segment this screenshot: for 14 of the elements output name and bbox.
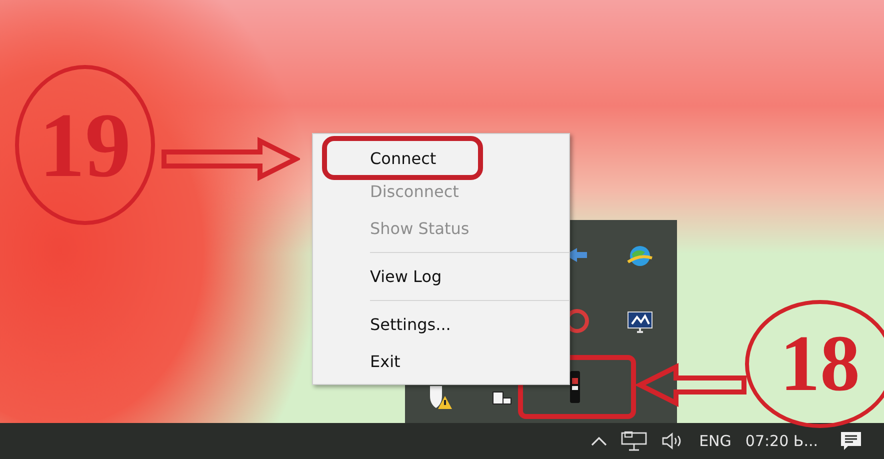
menu-item[interactable]: Exit [313,343,569,380]
menu-item[interactable]: View Log [313,258,569,295]
battery-icon[interactable] [569,370,581,404]
notification-icon[interactable] [840,431,862,451]
warning-shield-icon[interactable] [427,384,453,410]
language-indicator[interactable]: ENG [699,432,732,450]
monitor-icon[interactable] [627,310,653,334]
menu-item[interactable]: Settings... [313,306,569,343]
chevron-up-icon[interactable] [591,436,608,446]
globe-icon[interactable] [627,244,653,268]
network-icon[interactable] [621,431,648,451]
menu-item[interactable]: Connect [322,136,484,180]
clock[interactable]: 07:20 Ь... [745,432,818,450]
step-number-circle: 18 [745,300,884,428]
